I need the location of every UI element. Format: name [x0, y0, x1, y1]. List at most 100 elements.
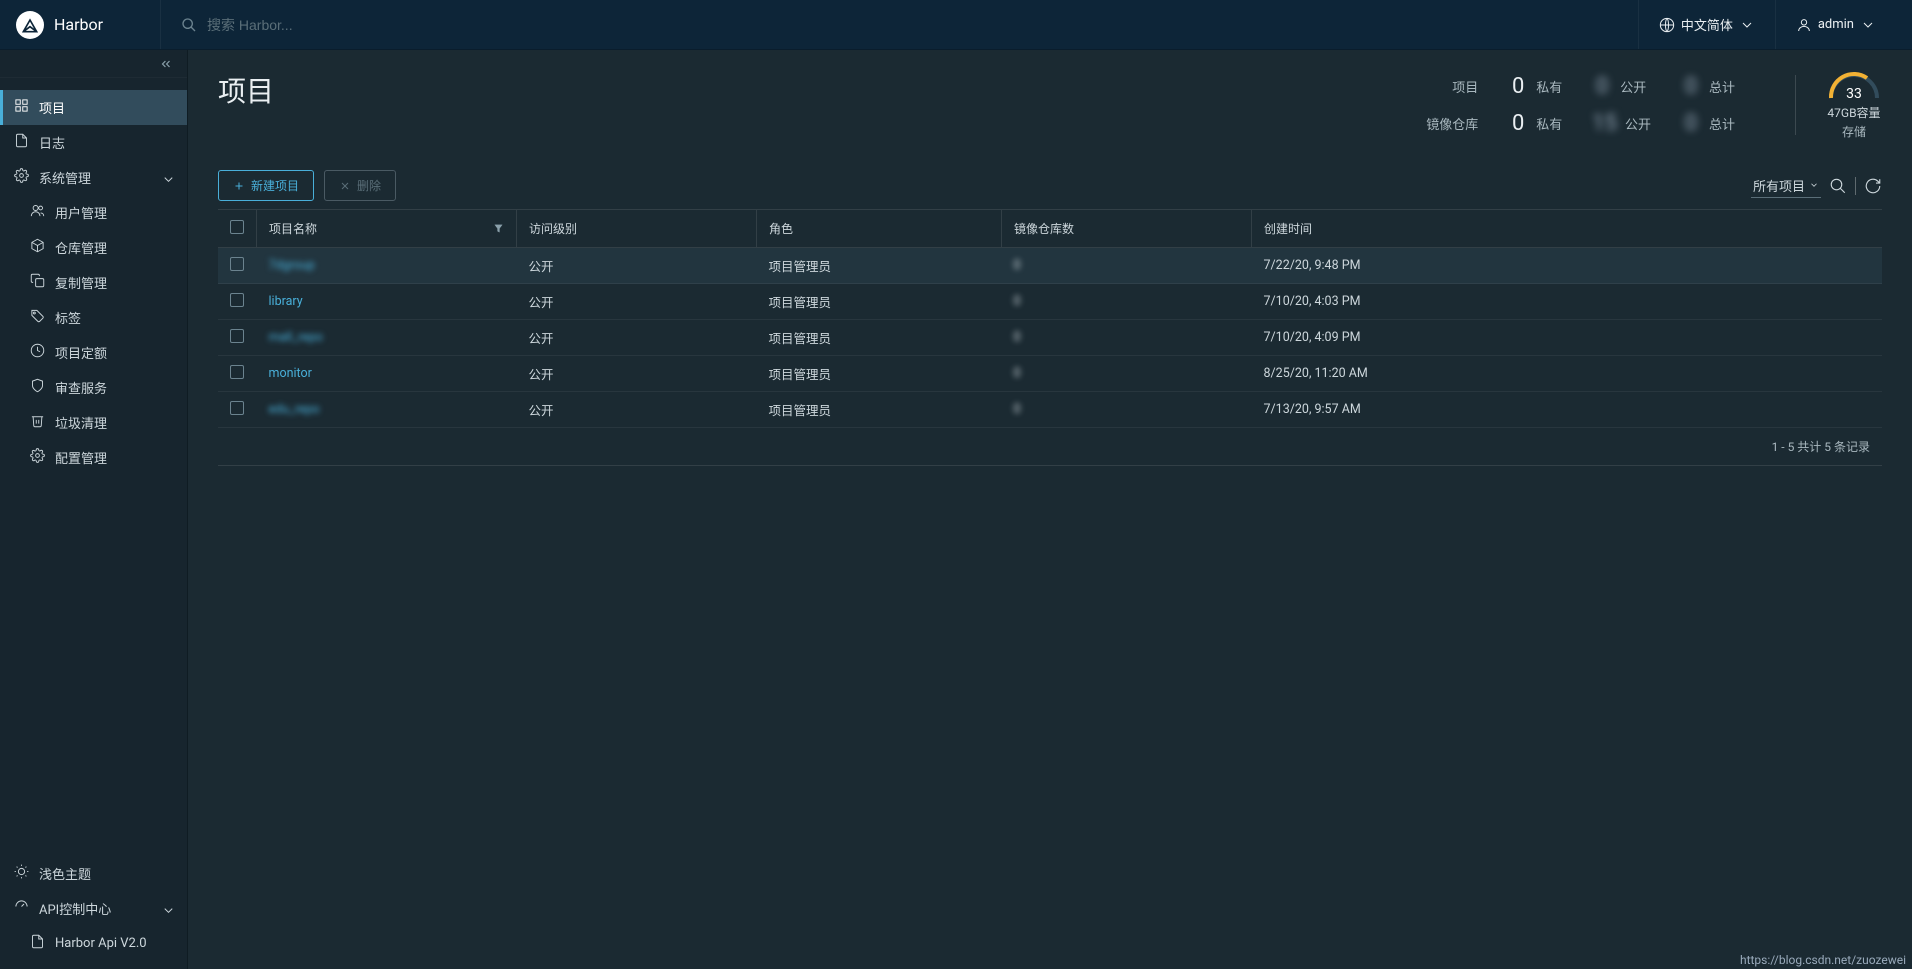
row-checkbox[interactable]	[230, 257, 244, 271]
project-name-link[interactable]: library	[269, 294, 303, 309]
user-name: admin	[1818, 17, 1854, 32]
row-checkbox[interactable]	[230, 365, 244, 379]
project-name-link[interactable]: monitor	[269, 366, 312, 381]
sidebar-item-quotas[interactable]: 项目定额	[0, 335, 187, 370]
project-access: 公开	[529, 296, 554, 311]
project-name-link[interactable]: mall_repo	[269, 330, 323, 345]
sidebar-item-users[interactable]: 用户管理	[0, 195, 187, 230]
table-row[interactable]: monitor公开项目管理员08/25/20, 11:20 AM	[218, 356, 1882, 392]
sidebar-item-label: 项目定额	[55, 343, 107, 362]
sidebar-item-logs[interactable]: 日志	[0, 125, 187, 160]
filter-icon[interactable]	[493, 223, 504, 234]
chevron-down-icon	[161, 172, 173, 184]
table-row[interactable]: library公开项目管理员07/10/20, 4:03 PM	[218, 284, 1882, 320]
chevron-down-icon	[1860, 17, 1876, 33]
sidebar-item-registries[interactable]: 仓库管理	[0, 230, 187, 265]
col-header-created[interactable]: 创建时间	[1264, 222, 1312, 236]
sidebar-item-harbor-api[interactable]: Harbor Api V2.0	[0, 926, 187, 961]
user-icon	[1796, 17, 1812, 33]
sidebar-item-label: Harbor Api V2.0	[55, 936, 147, 951]
search-filter-icon[interactable]	[1829, 177, 1847, 195]
plus-icon	[233, 180, 245, 192]
chevron-down-icon	[1809, 180, 1819, 190]
global-search-input[interactable]	[197, 11, 497, 39]
project-access: 公开	[529, 404, 554, 419]
doc-icon	[14, 133, 29, 152]
project-role: 项目管理员	[769, 260, 832, 275]
language-selector[interactable]: 中文简体	[1638, 0, 1775, 49]
storage-used-value: 33	[1826, 86, 1882, 102]
project-created: 7/13/20, 9:57 AM	[1264, 402, 1361, 417]
col-header-access[interactable]: 访问级别	[529, 222, 577, 236]
sidebar-collapse-toggle[interactable]	[0, 50, 187, 78]
watermark: https://blog.csdn.net/zuozewei	[1740, 953, 1906, 967]
col-header-role[interactable]: 角色	[769, 222, 793, 236]
stats-projects-private-count: 0	[1508, 74, 1528, 99]
new-project-button[interactable]: 新建项目	[218, 170, 314, 201]
storage-label: 存储	[1842, 123, 1866, 140]
table-row[interactable]: edu_repo公开项目管理员07/13/20, 9:57 AM	[218, 392, 1882, 428]
harbor-logo-icon	[16, 11, 44, 39]
table-row[interactable]: mall_repo公开项目管理员07/10/20, 4:09 PM	[218, 320, 1882, 356]
sidebar-item-gc[interactable]: 垃圾清理	[0, 405, 187, 440]
sidebar-item-label: 复制管理	[55, 273, 107, 292]
language-label: 中文简体	[1681, 15, 1733, 34]
refresh-icon[interactable]	[1864, 177, 1882, 195]
sidebar-item-label: 审查服务	[55, 378, 107, 397]
sidebar-item-labels[interactable]: 标签	[0, 300, 187, 335]
copy-icon	[30, 273, 45, 292]
table-pagination-summary: 1 - 5 共计 5 条记录	[218, 428, 1882, 466]
stats-repos-private-count: 0	[1508, 111, 1528, 136]
stats-repos-label: 镜像仓库	[1426, 114, 1478, 133]
project-created: 7/10/20, 4:09 PM	[1264, 330, 1361, 345]
project-name-link[interactable]: edu_repo	[269, 402, 320, 417]
delete-button[interactable]: 删除	[324, 170, 396, 201]
sidebar-item-label: 日志	[39, 133, 65, 152]
sidebar-item-sysadmin[interactable]: 系统管理	[0, 160, 187, 195]
project-repo-count: 0	[1014, 330, 1021, 345]
x-icon	[339, 180, 351, 192]
users-icon	[30, 203, 45, 222]
sidebar-item-config[interactable]: 配置管理	[0, 440, 187, 475]
tag-icon	[30, 308, 45, 327]
project-access: 公开	[529, 332, 554, 347]
brand-name: Harbor	[54, 15, 103, 34]
stats-total-label: 总计	[1709, 77, 1735, 96]
logo-area: Harbor	[16, 0, 161, 49]
select-all-checkbox[interactable]	[230, 220, 244, 234]
new-project-label: 新建项目	[251, 177, 299, 194]
gear-icon	[14, 168, 29, 187]
user-menu[interactable]: admin	[1775, 0, 1896, 49]
gear-icon	[30, 448, 45, 467]
project-name-link[interactable]: 7dgroup	[269, 258, 315, 273]
chevron-down-icon	[161, 903, 173, 915]
table-row[interactable]: 7dgroup公开项目管理员07/22/20, 9:48 PM	[218, 248, 1882, 284]
sidebar-item-label: 垃圾清理	[55, 413, 107, 432]
sidebar-item-projects[interactable]: 项目	[0, 90, 187, 125]
project-role: 项目管理员	[769, 296, 832, 311]
sidebar-item-api-center[interactable]: API控制中心	[0, 891, 187, 926]
sidebar-item-replication[interactable]: 复制管理	[0, 265, 187, 300]
col-header-name[interactable]: 项目名称	[269, 220, 317, 237]
filter-select-label: 所有项目	[1753, 176, 1805, 195]
project-repo-count: 0	[1014, 258, 1021, 273]
project-created: 8/25/20, 11:20 AM	[1264, 366, 1368, 381]
row-checkbox[interactable]	[230, 293, 244, 307]
quota-icon	[30, 343, 45, 362]
sidebar-item-label: 浅色主题	[39, 864, 91, 883]
doc-icon	[30, 934, 45, 953]
stats-projects-label: 项目	[1426, 77, 1478, 96]
project-access: 公开	[529, 368, 554, 383]
project-filter-select[interactable]: 所有项目	[1751, 174, 1821, 198]
project-role: 项目管理员	[769, 368, 832, 383]
sidebar-item-interrogation[interactable]: 审查服务	[0, 370, 187, 405]
stats-private-label: 私有	[1536, 77, 1562, 96]
row-checkbox[interactable]	[230, 401, 244, 415]
sidebar-item-light-theme[interactable]: 浅色主题	[0, 856, 187, 891]
stats-divider	[1795, 75, 1796, 135]
col-header-repos[interactable]: 镜像仓库数	[1014, 222, 1074, 236]
row-checkbox[interactable]	[230, 329, 244, 343]
project-created: 7/10/20, 4:03 PM	[1264, 294, 1361, 309]
stats-repos-total-count: 0	[1681, 111, 1701, 136]
search-icon	[181, 17, 197, 33]
